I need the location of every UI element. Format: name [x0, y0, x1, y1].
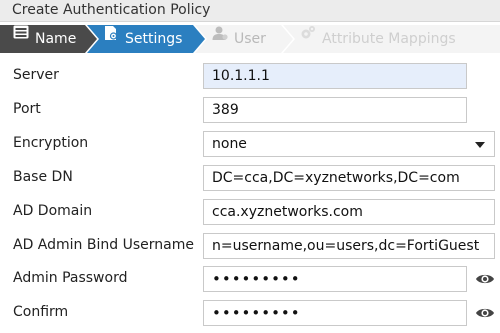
server-row: Server 10.1.1.1	[0, 60, 500, 90]
settings-doc-icon	[103, 26, 119, 47]
user-icon	[212, 26, 228, 47]
eye-icon[interactable]	[475, 305, 495, 321]
wizard-step-user-label: User	[234, 31, 266, 47]
admin-password-label: Admin Password	[13, 270, 128, 286]
ad-domain-label: AD Domain	[13, 203, 93, 219]
wizard-step-settings[interactable]: Settings	[103, 25, 182, 53]
wizard-step-attribute-mappings[interactable]: Attribute Mappings	[300, 25, 456, 53]
chevron-down-icon[interactable]	[475, 142, 485, 148]
encryption-selected-value: none	[212, 136, 247, 152]
wizard-step-name[interactable]: Name	[13, 25, 76, 53]
ad-domain-row: AD Domain cca.xyznetworks.com	[0, 196, 500, 226]
port-row: Port 389	[0, 94, 500, 124]
ad-admin-bind-username-input[interactable]: n=username,ou=users,dc=FortiGuest	[203, 233, 495, 259]
base-dn-row: Base DN DC=cca,DC=xyznetworks,DC=com	[0, 162, 500, 192]
ad-admin-bind-username-row: AD Admin Bind Username n=username,ou=use…	[0, 230, 500, 260]
ad-domain-input[interactable]: cca.xyznetworks.com	[203, 199, 495, 225]
dialog-title: Create Authentication Policy	[0, 0, 500, 22]
port-input[interactable]: 389	[203, 97, 467, 123]
server-input[interactable]: 10.1.1.1	[203, 63, 467, 89]
wizard-step-settings-label: Settings	[125, 31, 183, 47]
encryption-select[interactable]: none	[203, 131, 495, 157]
base-dn-label: Base DN	[13, 169, 73, 185]
base-dn-input[interactable]: DC=cca,DC=xyznetworks,DC=com	[203, 165, 495, 191]
cogs-icon	[300, 26, 316, 47]
confirm-row: Confirm •••••••••	[0, 297, 500, 327]
wizard-steps: Name Settings User Attribute Mappings	[0, 25, 500, 53]
admin-password-row: Admin Password •••••••••	[0, 263, 500, 293]
wizard-step-name-label: Name	[35, 31, 77, 47]
port-label: Port	[13, 101, 41, 117]
eye-icon[interactable]	[475, 271, 495, 287]
confirm-label: Confirm	[13, 304, 69, 320]
wizard-step-attribute-mappings-label: Attribute Mappings	[322, 31, 456, 47]
admin-password-input[interactable]: •••••••••	[203, 266, 467, 292]
card-icon	[13, 25, 29, 47]
server-label: Server	[13, 67, 59, 83]
encryption-row: Encryption none	[0, 128, 500, 158]
confirm-password-input[interactable]: •••••••••	[203, 300, 467, 326]
encryption-label: Encryption	[13, 135, 89, 151]
wizard-step-user[interactable]: User	[212, 25, 266, 53]
ad-admin-bind-username-label: AD Admin Bind Username	[13, 237, 194, 253]
